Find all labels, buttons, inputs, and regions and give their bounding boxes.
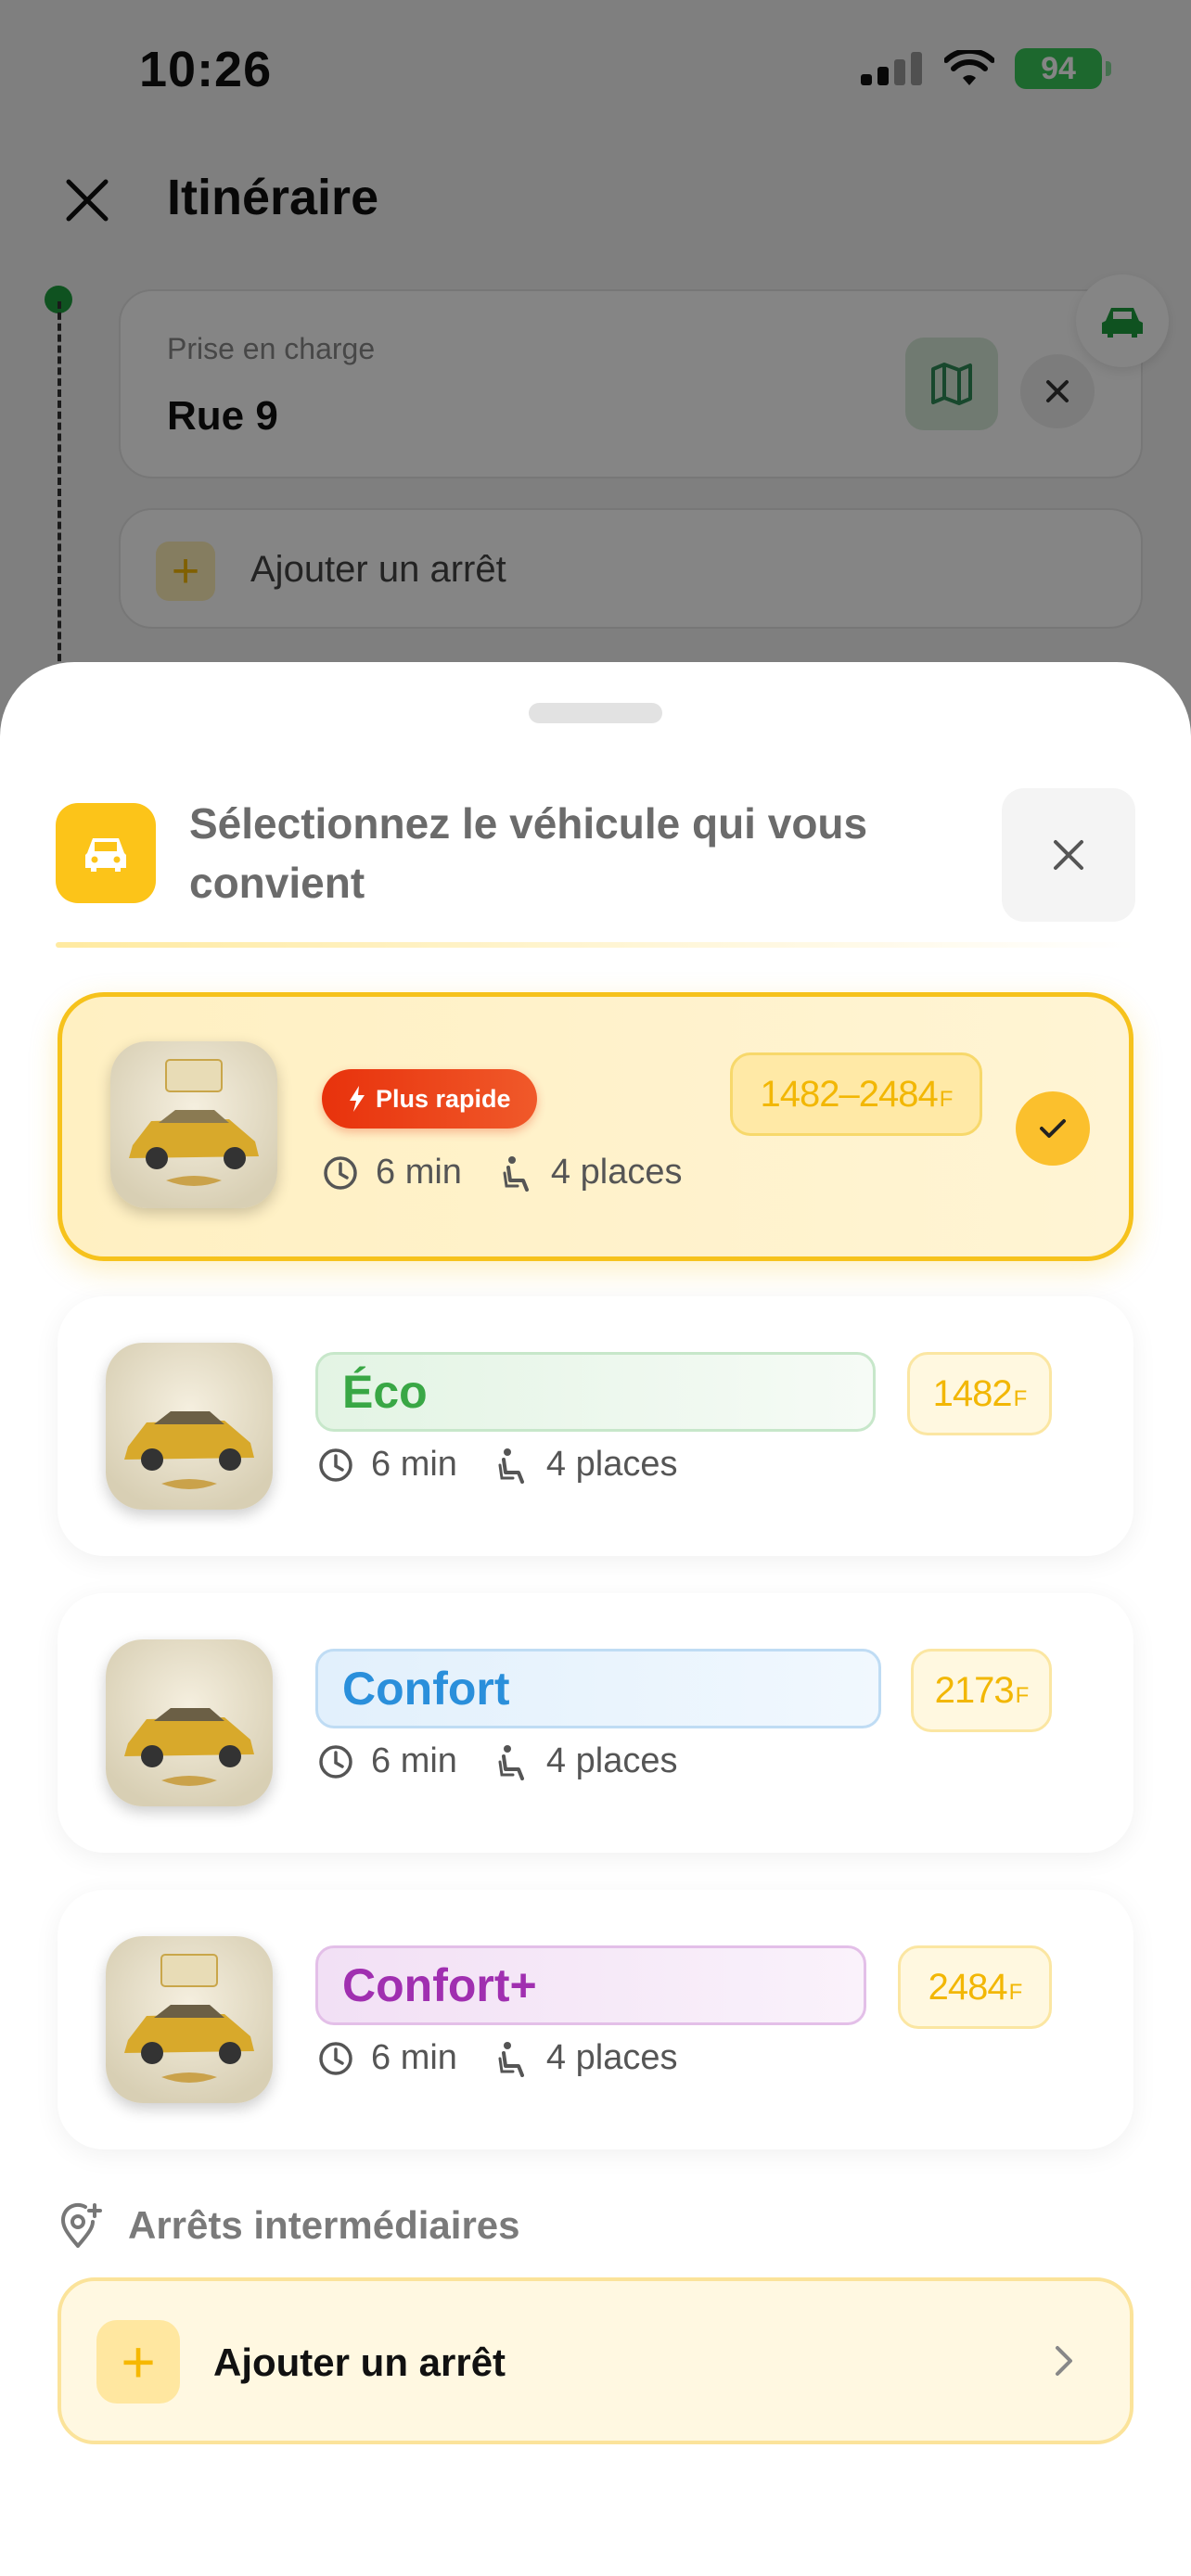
vehicle-bottom-sheet: Sélectionnez le véhicule qui vous convie…: [0, 662, 1191, 2576]
vehicle-name: Confort: [315, 1649, 881, 1728]
vehicle-eta: 6 min: [371, 1741, 457, 1780]
vehicle-meta: 6 min 4 places: [317, 2038, 677, 2078]
vehicle-eta: 6 min: [371, 2038, 457, 2077]
sheet-close-button[interactable]: [1002, 788, 1135, 922]
plus-icon: +: [96, 2320, 180, 2404]
seat-icon: [498, 1744, 524, 1780]
lightning-icon: [350, 1086, 365, 1112]
car-image-icon: [124, 1954, 254, 2083]
selected-check: [1016, 1091, 1090, 1166]
vehicle-seats: 4 places: [545, 1445, 678, 1484]
vehicle-meta: 6 min 4 places: [317, 1445, 677, 1485]
add-stop-label: Ajouter un arrêt: [213, 2340, 506, 2384]
intermediate-stops-header: Arrêts intermédiaires: [58, 2201, 520, 2250]
add-stop-button[interactable]: + Ajouter un arrêt: [58, 2277, 1133, 2444]
clock-icon: [319, 1447, 352, 1482]
clock-icon: [324, 1155, 357, 1190]
sheet-divider: [56, 942, 1135, 948]
fastest-badge-label: Plus rapide: [376, 1084, 511, 1113]
vehicle-meta: 6 min 4 places: [322, 1153, 682, 1192]
clock-icon: [319, 2041, 352, 2075]
car-image-icon: [124, 1708, 254, 1786]
vehicle-option-confort-plus[interactable]: Confort+ 6 min 4 places 2484 F: [58, 1890, 1133, 2149]
sheet-header-icon: [56, 803, 156, 903]
vehicle-eta: 6 min: [376, 1153, 462, 1192]
vehicle-option-fastest[interactable]: Plus rapide 6 min 4 places 1482–2484 F: [58, 992, 1133, 1261]
vehicle-thumbnail: [110, 1041, 277, 1208]
car-image-icon: [124, 1411, 254, 1489]
vehicle-eta: 6 min: [371, 1445, 457, 1484]
vehicle-meta: 6 min 4 places: [317, 1741, 677, 1781]
vehicle-price: 2173 F: [911, 1649, 1052, 1732]
car-icon: [85, 838, 126, 872]
vehicle-option-eco[interactable]: Éco 6 min 4 places 1482 F: [58, 1296, 1133, 1556]
car-image-icon: [129, 1059, 259, 1186]
vehicle-price: 1482 F: [907, 1352, 1052, 1435]
add-location-icon: [60, 2202, 102, 2248]
sheet-title: Sélectionnez le véhicule qui vous convie…: [189, 799, 868, 907]
vehicle-option-confort[interactable]: Confort 6 min 4 places 2173 F: [58, 1593, 1133, 1853]
intermediate-stops-title: Arrêts intermédiaires: [128, 2203, 520, 2247]
vehicle-name: Éco: [315, 1352, 876, 1432]
chevron-right-icon: [1056, 2346, 1072, 2376]
clock-icon: [319, 1744, 352, 1779]
vehicle-thumbnail: [106, 1639, 273, 1806]
seat-icon: [498, 1447, 524, 1484]
vehicle-seats: 4 places: [545, 1741, 678, 1780]
vehicle-price: 1482–2484 F: [730, 1052, 982, 1136]
close-icon: [1054, 840, 1083, 870]
vehicle-thumbnail: [106, 1936, 273, 2103]
fastest-badge: Plus rapide: [322, 1069, 537, 1129]
vehicle-seats: 4 places: [545, 2038, 678, 2077]
seat-icon: [498, 2041, 524, 2077]
vehicle-price: 2484 F: [898, 1945, 1052, 2029]
seat-icon: [503, 1155, 529, 1192]
vehicle-thumbnail: [106, 1343, 273, 1510]
vehicle-seats: 4 places: [550, 1153, 683, 1192]
sheet-drag-handle[interactable]: [529, 703, 662, 723]
checkmark-icon: [1040, 1119, 1066, 1138]
vehicle-name: Confort+: [315, 1945, 866, 2025]
